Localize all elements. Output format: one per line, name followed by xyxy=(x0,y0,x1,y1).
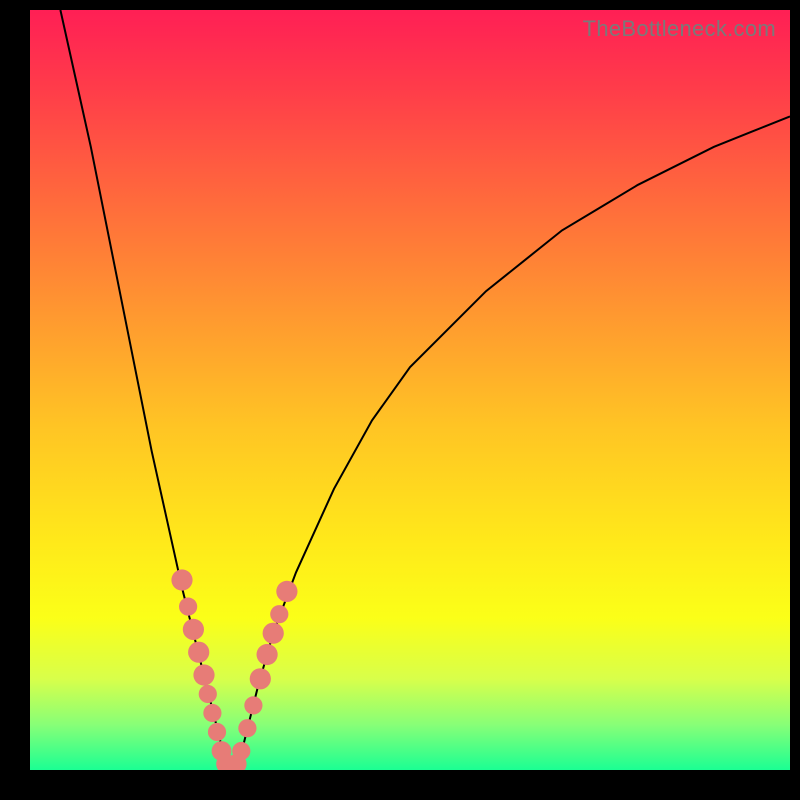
curve-right xyxy=(238,116,791,770)
chart-svg xyxy=(30,10,790,770)
marker-dot xyxy=(232,742,250,760)
marker-dot xyxy=(203,704,221,722)
marker-dot xyxy=(171,569,192,590)
curve-markers xyxy=(171,569,297,770)
marker-dot xyxy=(250,668,271,689)
chart-area: TheBottleneck.com xyxy=(30,10,790,770)
marker-dot xyxy=(193,664,214,685)
marker-dot xyxy=(208,723,226,741)
marker-dot xyxy=(257,644,278,665)
marker-dot xyxy=(238,719,256,737)
watermark-text: TheBottleneck.com xyxy=(583,16,776,42)
marker-dot xyxy=(263,623,284,644)
marker-dot xyxy=(179,598,197,616)
marker-dot xyxy=(244,696,262,714)
marker-dot xyxy=(188,642,209,663)
marker-dot xyxy=(270,605,288,623)
marker-dot xyxy=(199,685,217,703)
marker-dot xyxy=(183,619,204,640)
marker-dot xyxy=(276,581,297,602)
